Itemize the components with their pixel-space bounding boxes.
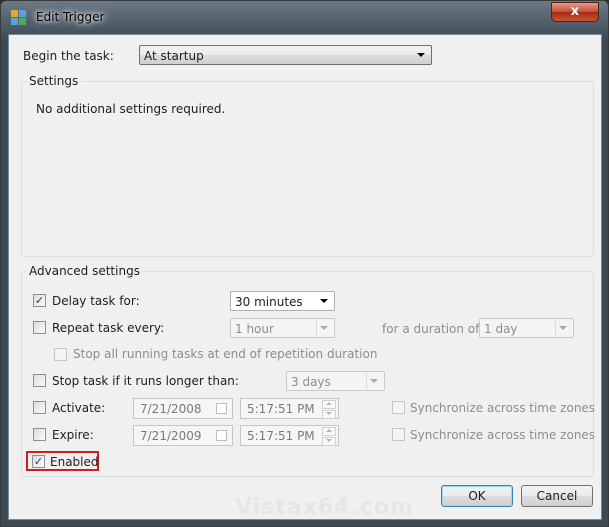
duration-label: for a duration of: <box>382 322 483 336</box>
combo-separator <box>555 320 556 336</box>
delay-label: Delay task for: <box>52 294 140 308</box>
stop-longer-value: 3 days <box>291 375 331 389</box>
chevron-down-icon <box>559 326 567 330</box>
activate-time-value: 5:17:51 PM <box>247 402 315 416</box>
stop-longer-select[interactable]: 3 days <box>286 371 385 391</box>
settings-message: No additional settings required. <box>36 102 226 116</box>
stop-longer-checkbox[interactable] <box>33 374 46 387</box>
begin-task-select[interactable]: At startup <box>139 45 432 65</box>
chevron-down-icon <box>320 299 328 303</box>
duration-value: 1 day <box>484 322 518 336</box>
duration-select[interactable]: 1 day <box>479 318 574 338</box>
chevron-down-icon <box>320 326 328 330</box>
stop-all-label: Stop all running tasks at end of repetit… <box>73 347 378 361</box>
edit-trigger-window: Edit Trigger x Begin the task: At startu… <box>0 0 609 527</box>
spin-up-icon[interactable] <box>322 400 336 409</box>
enabled-label: Enabled <box>50 455 99 469</box>
cancel-button[interactable]: Cancel <box>521 485 593 507</box>
dialog-client: Begin the task: At startup Settings No a… <box>8 34 602 520</box>
delay-checkbox[interactable]: ✓ <box>33 294 46 307</box>
delay-value: 30 minutes <box>235 295 303 309</box>
begin-task-label: Begin the task: <box>23 49 114 63</box>
activate-sync-label: Synchronize across time zones <box>410 401 596 415</box>
watermark: Vistax64.com <box>235 495 414 520</box>
activate-date-picker[interactable]: 7/21/2008 <box>133 398 233 419</box>
combo-separator <box>316 320 317 336</box>
activate-checkbox[interactable] <box>33 401 46 414</box>
advanced-settings-legend: Advanced settings <box>26 264 143 278</box>
ok-button[interactable]: OK <box>441 485 513 507</box>
expire-checkbox[interactable] <box>33 428 46 441</box>
expire-date-value: 7/21/2009 <box>140 429 202 443</box>
spin-down-icon[interactable] <box>322 437 336 446</box>
calendar-icon[interactable] <box>216 403 227 414</box>
expire-label: Expire: <box>52 428 94 442</box>
task-scheduler-icon <box>11 10 27 26</box>
expire-sync-checkbox[interactable] <box>392 428 405 441</box>
title-bar[interactable]: Edit Trigger x <box>1 1 608 34</box>
activate-sync-checkbox[interactable] <box>392 401 405 414</box>
enabled-checkbox[interactable]: ✓ <box>32 455 45 468</box>
window-title: Edit Trigger <box>36 10 105 24</box>
time-spinner[interactable] <box>322 400 336 419</box>
expire-date-picker[interactable]: 7/21/2009 <box>133 425 233 446</box>
repeat-interval-value: 1 hour <box>235 322 274 336</box>
close-button[interactable]: x <box>551 2 599 22</box>
spin-down-icon[interactable] <box>322 410 336 419</box>
time-spinner[interactable] <box>322 427 336 446</box>
delay-select[interactable]: 30 minutes <box>230 291 335 311</box>
expire-time-value: 5:17:51 PM <box>247 429 315 443</box>
activate-date-value: 7/21/2008 <box>140 402 202 416</box>
chevron-down-icon <box>417 53 425 57</box>
settings-legend: Settings <box>26 74 82 88</box>
stop-longer-label: Stop task if it runs longer than: <box>52 374 239 388</box>
expire-time-picker[interactable]: 5:17:51 PM <box>240 425 339 446</box>
chevron-down-icon <box>370 379 378 383</box>
activate-time-picker[interactable]: 5:17:51 PM <box>240 398 339 419</box>
calendar-icon[interactable] <box>216 430 227 441</box>
spin-up-icon[interactable] <box>322 427 336 436</box>
repeat-interval-select[interactable]: 1 hour <box>230 318 335 338</box>
close-icon: x <box>570 4 580 19</box>
stop-all-checkbox[interactable] <box>54 348 67 361</box>
repeat-checkbox[interactable] <box>33 321 46 334</box>
repeat-label: Repeat task every: <box>52 321 165 335</box>
combo-separator <box>366 373 367 389</box>
begin-task-value: At startup <box>144 49 204 63</box>
expire-sync-label: Synchronize across time zones <box>410 428 596 442</box>
activate-label: Activate: <box>52 401 106 415</box>
